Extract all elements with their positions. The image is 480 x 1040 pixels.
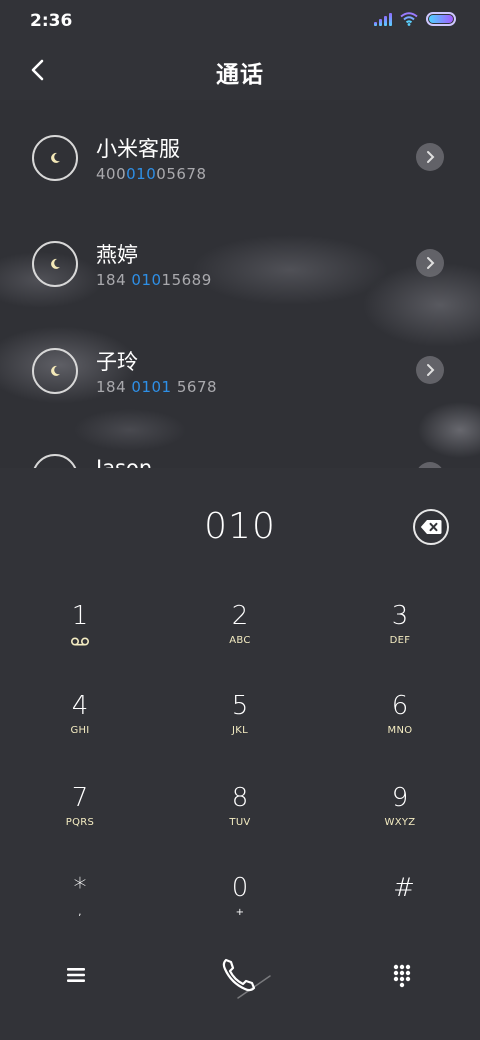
voicemail-icon [70, 637, 90, 646]
key-1[interactable]: 1 [20, 601, 140, 681]
contact-results-list[interactable]: 小米客服 40001005678 燕婷 184 01015689 子玲 184 … [0, 100, 480, 468]
phone-icon [222, 958, 271, 999]
contact-number: 40001005678 [96, 165, 207, 183]
number-suffix: 5678 [171, 378, 218, 396]
number-suffix: 15689 [161, 271, 212, 289]
contact-name: 小米客服 [96, 137, 180, 161]
contact-name: Jason [96, 456, 153, 468]
key-digit: 4 [71, 691, 89, 721]
key-digit: * [73, 873, 87, 903]
key-letters: WXYZ [384, 817, 416, 828]
key-letters: MNO [387, 725, 413, 736]
key-digit: 2 [231, 601, 249, 631]
wifi-icon [400, 12, 418, 26]
contact-item-2[interactable]: 燕婷 184 01015689 [0, 241, 480, 341]
chevron-right-icon [427, 151, 435, 163]
number-prefix: 184 [96, 271, 132, 289]
status-icons [374, 12, 456, 26]
key-letters: GHI [70, 725, 90, 736]
contact-item-3[interactable]: 子玲 184 0101 5678 [0, 348, 480, 448]
avatar [32, 348, 78, 394]
key-5[interactable]: 5 JKL [180, 691, 300, 771]
status-bar: 2:36 [0, 0, 480, 40]
number-prefix: 400 [96, 165, 127, 183]
number-match: 0101 [131, 378, 172, 396]
key-digit: 3 [391, 601, 409, 631]
contact-detail-button[interactable] [416, 356, 444, 384]
backspace-button[interactable] [413, 509, 449, 545]
chevron-right-icon [427, 257, 435, 269]
number-suffix: 05678 [156, 165, 207, 183]
key-0[interactable]: 0 + [180, 873, 300, 953]
contact-name: 燕婷 [96, 243, 138, 267]
call-button[interactable] [216, 954, 272, 1002]
key-digit: 8 [231, 783, 249, 813]
contact-item-4[interactable]: Jason [0, 454, 480, 468]
number-match: 010 [126, 165, 157, 183]
contact-item-1[interactable]: 小米客服 40001005678 [0, 135, 480, 235]
dialer-panel: 010 1 2 ABC 3 DEF 4 GHI 5 JKL 6 MNO 7 PQ… [0, 468, 480, 1040]
key-letters: + [235, 907, 245, 918]
avatar [32, 241, 78, 287]
key-9[interactable]: 9 WXYZ [340, 783, 460, 863]
dialed-number: 010 [204, 506, 276, 547]
contact-number: 184 0101 5678 [96, 378, 217, 396]
contact-number: 184 01015689 [96, 271, 212, 289]
signal-icon [374, 12, 392, 26]
key-digit: 1 [71, 601, 89, 631]
key-7[interactable]: 7 PQRS [20, 783, 140, 863]
key-digit: 5 [231, 691, 249, 721]
key-4[interactable]: 4 GHI [20, 691, 140, 771]
menu-icon [67, 968, 85, 982]
moon-avatar-icon [51, 365, 60, 376]
key-8[interactable]: 8 TUV [180, 783, 300, 863]
contact-detail-button[interactable] [416, 249, 444, 277]
key-letters: JKL [232, 725, 248, 736]
key-letters: , [78, 907, 82, 918]
key-digit: 6 [391, 691, 409, 721]
avatar [32, 135, 78, 181]
key-digit: 0 [231, 873, 249, 903]
key-2[interactable]: 2 ABC [180, 601, 300, 681]
number-match: 010 [131, 271, 162, 289]
key-letters: PQRS [65, 817, 95, 828]
moon-avatar-icon [51, 152, 60, 163]
key-hash[interactable]: # [344, 873, 464, 953]
key-digit: 7 [71, 783, 89, 813]
contact-name: 子玲 [96, 350, 138, 374]
status-time: 2:36 [30, 11, 73, 31]
chevron-right-icon [427, 364, 435, 376]
moon-avatar-icon [51, 258, 60, 269]
avatar [32, 454, 78, 468]
number-prefix: 184 [96, 378, 132, 396]
battery-icon [426, 12, 456, 26]
key-digit: # [393, 873, 415, 903]
key-star[interactable]: * , [20, 873, 140, 953]
page-title: 通话 [216, 62, 264, 88]
key-letters: DEF [389, 635, 411, 646]
keypad-toggle-button[interactable] [392, 964, 414, 988]
key-3[interactable]: 3 DEF [340, 601, 460, 681]
key-6[interactable]: 6 MNO [340, 691, 460, 771]
header: 通话 [0, 40, 480, 100]
keypad-icon [393, 964, 411, 988]
key-letters: TUV [229, 817, 251, 828]
key-digit: 9 [391, 783, 409, 813]
contact-detail-button[interactable] [416, 143, 444, 171]
dialer-bottom-bar [0, 946, 480, 1006]
key-letters: ABC [229, 635, 251, 646]
menu-button[interactable] [66, 966, 90, 988]
backspace-icon [420, 520, 442, 534]
